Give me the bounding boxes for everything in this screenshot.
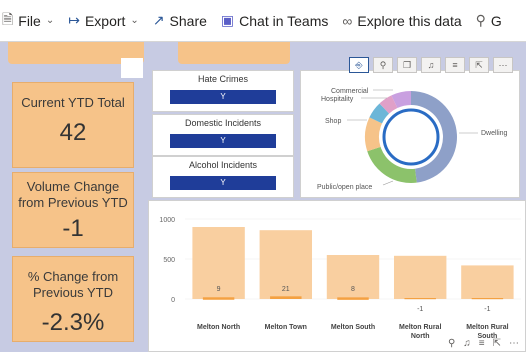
donut-leader-line: [382, 180, 394, 186]
blank-tile: [121, 58, 143, 78]
data-label: -1: [417, 306, 423, 313]
bar[interactable]: [393, 255, 447, 299]
file-label: File: [18, 12, 41, 29]
more-toolbar-button[interactable]: ⚲ G: [476, 12, 502, 29]
kpi-value: -1: [62, 215, 84, 242]
explore-data-button[interactable]: ∞ Explore this data: [342, 13, 461, 29]
explore-label: Explore this data: [357, 12, 462, 29]
data-label: -1: [484, 306, 490, 313]
visual-footer-icons: ⚲ ♫ ≡ ⇱ ⋯: [448, 338, 519, 349]
bar-secondary[interactable]: [270, 296, 302, 299]
x-category-label: North: [411, 333, 430, 340]
x-category-label: Melton Town: [265, 324, 307, 331]
data-label: 8: [351, 286, 355, 293]
data-label: 21: [282, 286, 290, 293]
explore-icon: ∞: [342, 12, 353, 29]
share-button[interactable]: ↗ Share: [153, 12, 207, 29]
x-category-label: Melton South: [331, 324, 375, 331]
top-band-middle: [178, 42, 290, 64]
kpi-value: 42: [59, 119, 87, 146]
alcohol-incidents-slicer: Alcohol Incidents Y: [152, 156, 294, 198]
x-category-label: Melton North: [197, 324, 240, 331]
chat-label: Chat in Teams: [239, 12, 329, 29]
chat-in-teams-button[interactable]: ▣ Chat in Teams: [221, 12, 328, 29]
extra-label: G: [490, 12, 502, 29]
report-canvas: Current YTD Total 42 Volume Change from …: [0, 42, 526, 352]
visual-header: ⎆ ⚲ ❐ ♫ ≡ ⇱ ⋯: [349, 57, 513, 73]
filter-icon[interactable]: ⎆: [349, 57, 369, 73]
file-icon: 🗎: [2, 10, 14, 27]
x-category-label: Melton Rural: [466, 324, 508, 331]
donut-slice-dwelling[interactable]: [411, 91, 457, 183]
donut-label: Commercial: [331, 88, 369, 95]
x-category-label: Melton Rural: [399, 324, 441, 331]
slicer-title: Hate Crimes: [197, 74, 248, 84]
kpi-title: Current YTD Total: [21, 95, 125, 110]
pin-icon[interactable]: ⚲: [448, 338, 455, 349]
slicer-title: Domestic Incidents: [184, 118, 262, 128]
file-menu[interactable]: 🗎 File ⌄: [2, 9, 54, 33]
hate-crimes-slicer: Hate Crimes Y: [152, 70, 294, 112]
donut-inner-ring: [382, 108, 440, 166]
kpi-title: Volume Change from Previous YTD: [18, 179, 128, 210]
domestic-incidents-filter-button[interactable]: Y: [170, 134, 276, 148]
donut-label: Dwelling: [481, 130, 508, 137]
more-options-icon[interactable]: ⋯: [509, 338, 519, 349]
share-icon: ↗: [152, 12, 165, 28]
domestic-incidents-slicer: Domestic Incidents Y: [152, 114, 294, 156]
focus-mode-icon[interactable]: ⇱: [493, 338, 501, 349]
focus-mode-icon[interactable]: ⇱: [469, 57, 489, 73]
alcohol-incidents-filter-button[interactable]: Y: [170, 176, 276, 190]
bar-chart[interactable]: 1000 500 0 9 Melton North 21 Melton Town 8 Melto…: [149, 201, 526, 341]
filter-lines-icon[interactable]: ≡: [445, 57, 465, 73]
teams-icon: ▣: [220, 12, 235, 28]
chevron-down-icon: ⌄: [130, 15, 139, 26]
bell-icon[interactable]: ♫: [463, 338, 471, 349]
donut-label: Hospitality: [321, 96, 354, 103]
pin-icon[interactable]: ⚲: [373, 57, 393, 73]
donut-slice-shop[interactable]: [365, 117, 383, 152]
bar[interactable]: [461, 265, 514, 299]
donut-label: Public/open place: [317, 184, 372, 191]
bar-secondary[interactable]: [202, 297, 235, 300]
kpi-card-volume-change: Volume Change from Previous YTD -1: [12, 172, 134, 248]
y-tick-label: 1000: [159, 217, 175, 224]
donut-chart-card: ⎆ ⚲ ❐ ♫ ≡ ⇱ ⋯ Dwelling Public/open place S…: [300, 57, 521, 199]
slicer-title: Alcohol Incidents: [188, 160, 258, 170]
bar-chart-card: 1000 500 0 9 Melton North 21 Melton Town 8 Melto…: [148, 200, 526, 352]
share-label: Share: [169, 12, 207, 29]
hate-crimes-filter-button[interactable]: Y: [170, 90, 276, 104]
toolbar: 🗎 File ⌄ ↦ Export ⌄ ↗ Share ▣ Chat in Te…: [0, 0, 526, 42]
kpi-card-percent-change: % Change from Previous YTD -2.3%: [12, 256, 134, 342]
data-label: 9: [217, 286, 221, 293]
copy-icon[interactable]: ❐: [397, 57, 417, 73]
donut-label: Shop: [325, 118, 341, 125]
bar-secondary[interactable]: [471, 298, 504, 300]
kpi-card-current-ytd: Current YTD Total 42: [12, 82, 134, 168]
export-icon: ↦: [68, 12, 80, 28]
filter-lines-icon[interactable]: ≡: [479, 338, 485, 349]
lightbulb-icon: ⚲: [475, 12, 486, 28]
bell-icon[interactable]: ♫: [421, 57, 441, 73]
bar-secondary[interactable]: [337, 297, 369, 300]
more-options-icon[interactable]: ⋯: [493, 57, 513, 73]
kpi-value: -2.3%: [41, 309, 105, 336]
y-tick-label: 0: [171, 297, 175, 304]
export-label: Export: [84, 12, 126, 29]
chevron-down-icon: ⌄: [45, 15, 55, 26]
export-menu[interactable]: ↦ Export ⌄: [68, 12, 139, 29]
donut-chart[interactable]: Dwelling Public/open place Shop Hospitality…: [301, 71, 521, 199]
kpi-title: % Change from Previous YTD: [27, 269, 119, 300]
bar-secondary[interactable]: [404, 298, 436, 300]
y-tick-label: 500: [163, 257, 175, 264]
